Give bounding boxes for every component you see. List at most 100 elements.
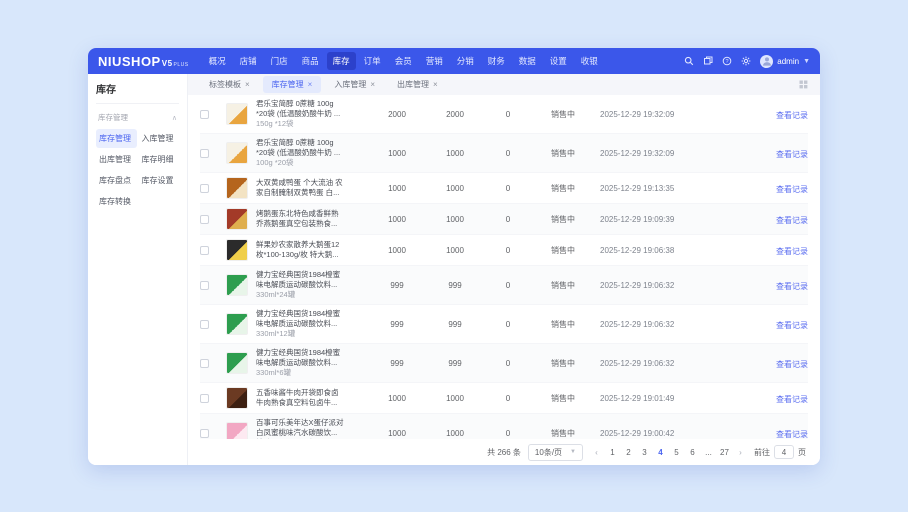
nav-item-3[interactable]: 门店 — [265, 52, 294, 70]
table-row: 大双黄咸鸭蛋 个大流油 农家自制腌制双黄鸭蛋 白... 1000 1000 0 … — [200, 173, 808, 204]
page-ellipsis[interactable]: ... — [702, 446, 715, 459]
locked-stock-value: 0 — [484, 246, 532, 255]
view-record-link[interactable]: 查看记录 — [776, 216, 808, 225]
nav-item-2[interactable]: 店铺 — [234, 52, 263, 70]
page-number-6[interactable]: 6 — [686, 446, 699, 459]
page-number-5[interactable]: 5 — [670, 446, 683, 459]
sidebar-item[interactable]: 库存盘点 — [96, 171, 137, 190]
product-image — [226, 387, 248, 409]
stock-value: 1000 — [368, 429, 426, 438]
row-checkbox[interactable] — [200, 110, 209, 119]
row-checkbox[interactable] — [200, 394, 209, 403]
sidebar-item[interactable]: 库存设置 — [139, 171, 180, 190]
sidebar-item[interactable]: 库存管理 — [96, 129, 137, 148]
goto-page-input[interactable] — [774, 445, 794, 459]
row-checkbox[interactable] — [200, 215, 209, 224]
product-name: 健力宝经典国货1984橙蜜味电解质运动碳酸饮料...330ml*24罐 — [256, 270, 368, 300]
nav-item-9[interactable]: 分销 — [451, 52, 480, 70]
product-name: 烤鹅蛋东北特色咸香鲜熟乔燕鹅蛋真空包装熟食... — [256, 209, 368, 229]
row-checkbox[interactable] — [200, 184, 209, 193]
nav-item-13[interactable]: 收银 — [575, 52, 604, 70]
stock-value: 1000 — [368, 394, 426, 403]
user-menu[interactable]: admin ▼ — [760, 55, 810, 68]
product-image — [226, 177, 248, 199]
nav-item-6[interactable]: 订单 — [358, 52, 387, 70]
goto-suffix: 页 — [798, 447, 806, 458]
locked-stock-value: 0 — [484, 110, 532, 119]
page-numbers: 123456...27 — [606, 446, 731, 459]
tab[interactable]: 标签模板× — [200, 76, 259, 93]
usable-stock-value: 1000 — [426, 429, 484, 438]
view-record-link[interactable]: 查看记录 — [776, 360, 808, 369]
pagination-bar: 共 266 条 10条/页 ▼ ‹ 123456...27 › 前往 页 — [188, 439, 820, 465]
table-row: 烤鹅蛋东北特色咸香鲜熟乔燕鹅蛋真空包装熟食... 1000 1000 0 销售中… — [200, 204, 808, 235]
settings-gear-icon[interactable] — [741, 56, 751, 66]
sidebar-group-header[interactable]: 库存管理 ∧ — [98, 112, 177, 123]
tab-close-icon[interactable]: × — [245, 80, 250, 89]
tab-close-icon[interactable]: × — [433, 80, 438, 89]
sidebar-item[interactable]: 出库管理 — [96, 150, 137, 169]
update-time: 2025-12-29 19:00:42 — [594, 429, 719, 438]
usable-stock-value: 1000 — [426, 149, 484, 158]
sidebar-item[interactable]: 入库管理 — [139, 129, 180, 148]
page-number-2[interactable]: 2 — [622, 446, 635, 459]
status-text: 销售中 — [532, 358, 594, 369]
tab[interactable]: 库存管理× — [263, 76, 322, 93]
tab-close-icon[interactable]: × — [370, 80, 375, 89]
tab-options-icon[interactable] — [799, 80, 808, 89]
row-checkbox[interactable] — [200, 246, 209, 255]
product-image — [226, 422, 248, 439]
status-text: 销售中 — [532, 319, 594, 330]
product-name: 君乐宝简醇 0蔗糖 100g*20袋 (低温酸奶酸牛奶 ...150g *12袋 — [256, 99, 368, 129]
product-image — [226, 352, 248, 374]
view-record-link[interactable]: 查看记录 — [776, 430, 808, 439]
nav-item-4[interactable]: 商品 — [296, 52, 325, 70]
sidebar-title: 库存 — [96, 81, 179, 104]
row-checkbox[interactable] — [200, 359, 209, 368]
view-record-link[interactable]: 查看记录 — [776, 321, 808, 330]
view-record-link[interactable]: 查看记录 — [776, 185, 808, 194]
row-checkbox[interactable] — [200, 429, 209, 438]
search-icon[interactable] — [684, 56, 694, 66]
nav-item-5[interactable]: 库存 — [327, 52, 356, 70]
product-name: 君乐宝简醇 0蔗糖 100g*20袋 (低温酸奶酸牛奶 ...100g *20袋 — [256, 138, 368, 168]
main-menu: 概况店铺门店商品库存订单会员营销分销财务数据设置收银 — [203, 52, 604, 70]
status-text: 销售中 — [532, 214, 594, 225]
nav-item-8[interactable]: 营销 — [420, 52, 449, 70]
view-record-link[interactable]: 查看记录 — [776, 282, 808, 291]
tab-close-icon[interactable]: × — [308, 80, 313, 89]
sidebar-item[interactable]: 库存转换 — [96, 192, 137, 211]
tab[interactable]: 出库管理× — [388, 76, 447, 93]
view-record-link[interactable]: 查看记录 — [776, 150, 808, 159]
page-number-1[interactable]: 1 — [606, 446, 619, 459]
view-record-link[interactable]: 查看记录 — [776, 247, 808, 256]
page-number-27[interactable]: 27 — [718, 446, 731, 459]
next-page-button[interactable]: › — [734, 446, 747, 459]
view-record-link[interactable]: 查看记录 — [776, 395, 808, 404]
product-name: 五香味酱牛肉开袋即食卤牛肉熟食真空料包卤牛... — [256, 388, 368, 408]
view-record-link[interactable]: 查看记录 — [776, 111, 808, 120]
collapse-chevron-icon: ∧ — [172, 114, 177, 122]
desktop-background: NIUSHOPV5PLUS 概况店铺门店商品库存订单会员营销分销财务数据设置收银… — [0, 0, 908, 512]
nav-item-7[interactable]: 会员 — [389, 52, 418, 70]
goto-label: 前往 — [754, 447, 770, 458]
nav-item-10[interactable]: 财务 — [482, 52, 511, 70]
nav-item-1[interactable]: 概况 — [203, 52, 232, 70]
usable-stock-value: 1000 — [426, 394, 484, 403]
nav-item-11[interactable]: 数据 — [513, 52, 542, 70]
page-number-3[interactable]: 3 — [638, 446, 651, 459]
update-time: 2025-12-29 19:06:32 — [594, 281, 719, 290]
nav-item-12[interactable]: 设置 — [544, 52, 573, 70]
row-checkbox[interactable] — [200, 281, 209, 290]
inventory-table: 君乐宝简醇 0蔗糖 100g*20袋 (低温酸奶酸牛奶 ...150g *12袋… — [188, 95, 820, 439]
page-number-4[interactable]: 4 — [654, 446, 667, 459]
help-icon[interactable]: ? — [722, 56, 732, 66]
page-size-select[interactable]: 10条/页 ▼ — [528, 444, 583, 461]
prev-page-button[interactable]: ‹ — [590, 446, 603, 459]
sidebar-item[interactable]: 库存明细 — [139, 150, 180, 169]
row-checkbox[interactable] — [200, 320, 209, 329]
row-checkbox[interactable] — [200, 149, 209, 158]
fullscreen-icon[interactable] — [703, 56, 713, 66]
usable-stock-value: 999 — [426, 281, 484, 290]
tab[interactable]: 入库管理× — [325, 76, 384, 93]
